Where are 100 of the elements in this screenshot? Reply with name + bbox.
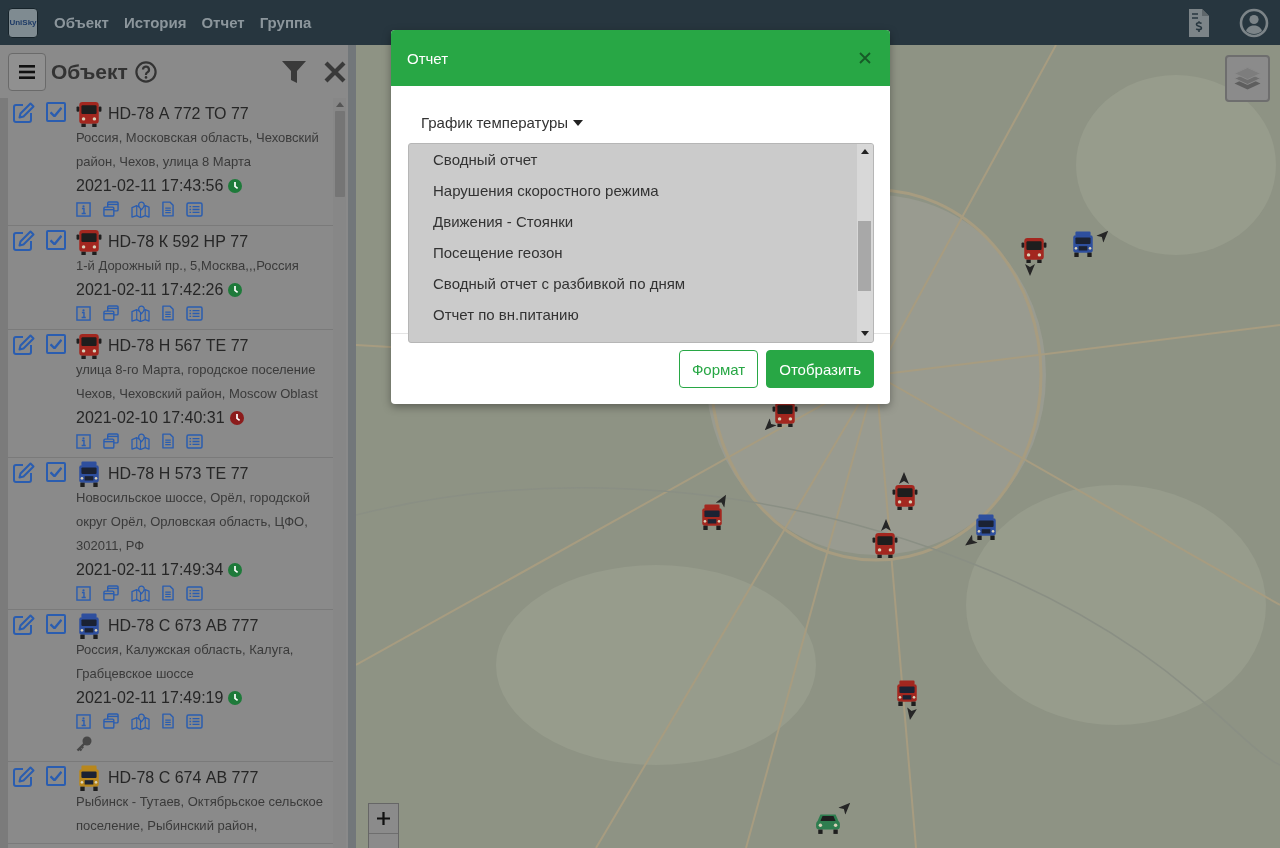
nav-menu-item[interactable]: Отчет bbox=[201, 14, 245, 31]
list-icon[interactable] bbox=[186, 305, 203, 321]
edit-icon[interactable] bbox=[12, 766, 36, 788]
map-icon[interactable] bbox=[131, 200, 150, 218]
info-icon[interactable] bbox=[76, 305, 91, 321]
checkbox[interactable] bbox=[46, 766, 66, 786]
truck-icon[interactable] bbox=[894, 680, 920, 706]
bus-icon[interactable] bbox=[892, 484, 918, 510]
caret-icon bbox=[573, 120, 584, 126]
scroll-up-icon[interactable] bbox=[861, 149, 869, 154]
layers-button[interactable] bbox=[1225, 55, 1270, 102]
nav-menu-item[interactable]: История bbox=[123, 14, 187, 31]
report-type-dropdown[interactable]: График температуры bbox=[421, 113, 584, 133]
nav-menu-item[interactable]: Группа bbox=[259, 14, 312, 31]
object-timestamp: 2021-02-11 17:42:26 bbox=[76, 281, 224, 299]
nav-menu-item[interactable]: Объект bbox=[54, 14, 109, 31]
close-icon bbox=[859, 52, 871, 64]
checkbox[interactable] bbox=[46, 230, 66, 250]
report-option[interactable]: Сводный отчет с разбивкой по дням bbox=[409, 268, 857, 299]
invoice-icon[interactable] bbox=[1188, 7, 1210, 38]
object-timestamp: 2021-02-10 17:40:31 bbox=[76, 409, 225, 427]
object-timestamp: 2021-02-11 17:49:19 bbox=[76, 689, 224, 707]
bus-icon[interactable] bbox=[1021, 237, 1047, 263]
document-icon[interactable] bbox=[162, 585, 174, 601]
object-timestamp: 2021-02-11 17:43:56 bbox=[76, 177, 224, 195]
user-circle-icon[interactable] bbox=[1239, 7, 1269, 38]
object-name: HD-78 А 772 ТО 77 bbox=[108, 105, 249, 123]
report-option[interactable]: Нарушения скоростного режима bbox=[409, 175, 857, 206]
info-icon[interactable] bbox=[76, 585, 91, 601]
copy-icon[interactable] bbox=[103, 713, 119, 729]
object-address: Россия, Московская область, Чеховский район, Чехов, улица 8 Марта bbox=[76, 129, 320, 171]
checkbox[interactable] bbox=[46, 102, 66, 122]
map-icon[interactable] bbox=[131, 304, 150, 322]
edit-icon[interactable] bbox=[12, 230, 36, 252]
report-option[interactable]: Сводный отчет bbox=[409, 144, 857, 175]
list-icon[interactable] bbox=[186, 433, 203, 449]
edit-icon[interactable] bbox=[12, 334, 36, 356]
check-icon bbox=[50, 619, 62, 629]
object-name: HD-78 С 674 АВ 777 bbox=[108, 769, 259, 787]
close-icon[interactable] bbox=[324, 60, 346, 83]
list-icon[interactable] bbox=[186, 713, 203, 729]
scrollbar-thumb[interactable] bbox=[858, 221, 871, 291]
info-icon[interactable] bbox=[76, 201, 91, 217]
help-icon[interactable] bbox=[134, 60, 157, 83]
object-name: HD-78 К 592 НР 77 bbox=[108, 233, 249, 251]
direction-arrow-icon bbox=[881, 519, 891, 531]
object-address: Рыбинск - Тутаев, Октябрьское сельское поселение, Рыбинский район, bbox=[76, 793, 324, 835]
report-option[interactable]: Посещение геозон bbox=[409, 237, 857, 268]
hamburger-icon bbox=[19, 64, 35, 79]
object-timestamp: 2021-02-11 17:49:34 bbox=[76, 561, 224, 579]
copy-icon[interactable] bbox=[103, 201, 119, 217]
check-icon bbox=[50, 235, 62, 245]
plus-icon bbox=[377, 812, 390, 825]
object-name: HD-78 Н 567 ТЕ 77 bbox=[108, 337, 249, 355]
bus-icon[interactable] bbox=[872, 532, 898, 558]
direction-arrow-icon bbox=[1025, 264, 1035, 276]
panel-title: Объект bbox=[51, 59, 128, 84]
object-name: HD-78 С 673 АВ 777 bbox=[108, 617, 259, 635]
copy-icon[interactable] bbox=[103, 433, 119, 449]
document-icon[interactable] bbox=[162, 713, 174, 729]
info-icon[interactable] bbox=[76, 713, 91, 729]
edit-icon[interactable] bbox=[12, 462, 36, 484]
menu-button[interactable] bbox=[8, 52, 46, 91]
map-icon[interactable] bbox=[131, 712, 150, 730]
checkbox[interactable] bbox=[46, 334, 66, 354]
copy-icon[interactable] bbox=[103, 585, 119, 601]
check-icon bbox=[50, 107, 62, 117]
dialog-title: Отчет bbox=[407, 49, 449, 67]
document-icon[interactable] bbox=[162, 201, 174, 217]
truck-icon[interactable] bbox=[699, 504, 725, 530]
object-address: улица 8-го Марта, городское поселение Чехов, Чеховский район, Moscow Oblast bbox=[76, 361, 319, 403]
check-icon bbox=[50, 339, 62, 349]
object-address: 1-й Дорожный пр., 5,Москва,,,Россия bbox=[76, 257, 300, 275]
document-icon[interactable] bbox=[162, 305, 174, 321]
truck-icon[interactable] bbox=[1070, 231, 1096, 257]
check-icon bbox=[50, 467, 62, 477]
truck-icon[interactable] bbox=[973, 514, 999, 540]
report-option[interactable]: Движения - Стоянки bbox=[409, 206, 857, 237]
direction-arrow-icon bbox=[899, 472, 909, 484]
checkbox[interactable] bbox=[46, 614, 66, 634]
list-icon[interactable] bbox=[186, 585, 203, 601]
close-button[interactable] bbox=[858, 51, 872, 65]
scroll-down-icon[interactable] bbox=[861, 331, 869, 336]
layers-icon bbox=[1234, 67, 1261, 90]
checkbox[interactable] bbox=[46, 462, 66, 482]
report-option[interactable]: Отчет по вн.питанию bbox=[409, 299, 857, 330]
object-name: HD-78 Н 573 ТЕ 77 bbox=[108, 465, 249, 483]
object-address: Новосильское шоссе, Орёл, городской округ Орёл, Орловская область, ЦФО, 302011, РФ bbox=[76, 489, 311, 555]
scrollbar[interactable] bbox=[857, 144, 873, 342]
filter-icon[interactable] bbox=[282, 60, 306, 83]
list-icon[interactable] bbox=[186, 201, 203, 217]
object-address: Россия, Калужская область, Калуга, Грабцевское шоссе bbox=[76, 641, 295, 683]
copy-icon[interactable] bbox=[103, 305, 119, 321]
map-icon[interactable] bbox=[131, 432, 150, 450]
map-icon[interactable] bbox=[131, 584, 150, 602]
document-icon[interactable] bbox=[162, 433, 174, 449]
check-icon bbox=[50, 771, 62, 781]
edit-icon[interactable] bbox=[12, 614, 36, 636]
edit-icon[interactable] bbox=[12, 102, 36, 124]
info-icon[interactable] bbox=[76, 433, 91, 449]
